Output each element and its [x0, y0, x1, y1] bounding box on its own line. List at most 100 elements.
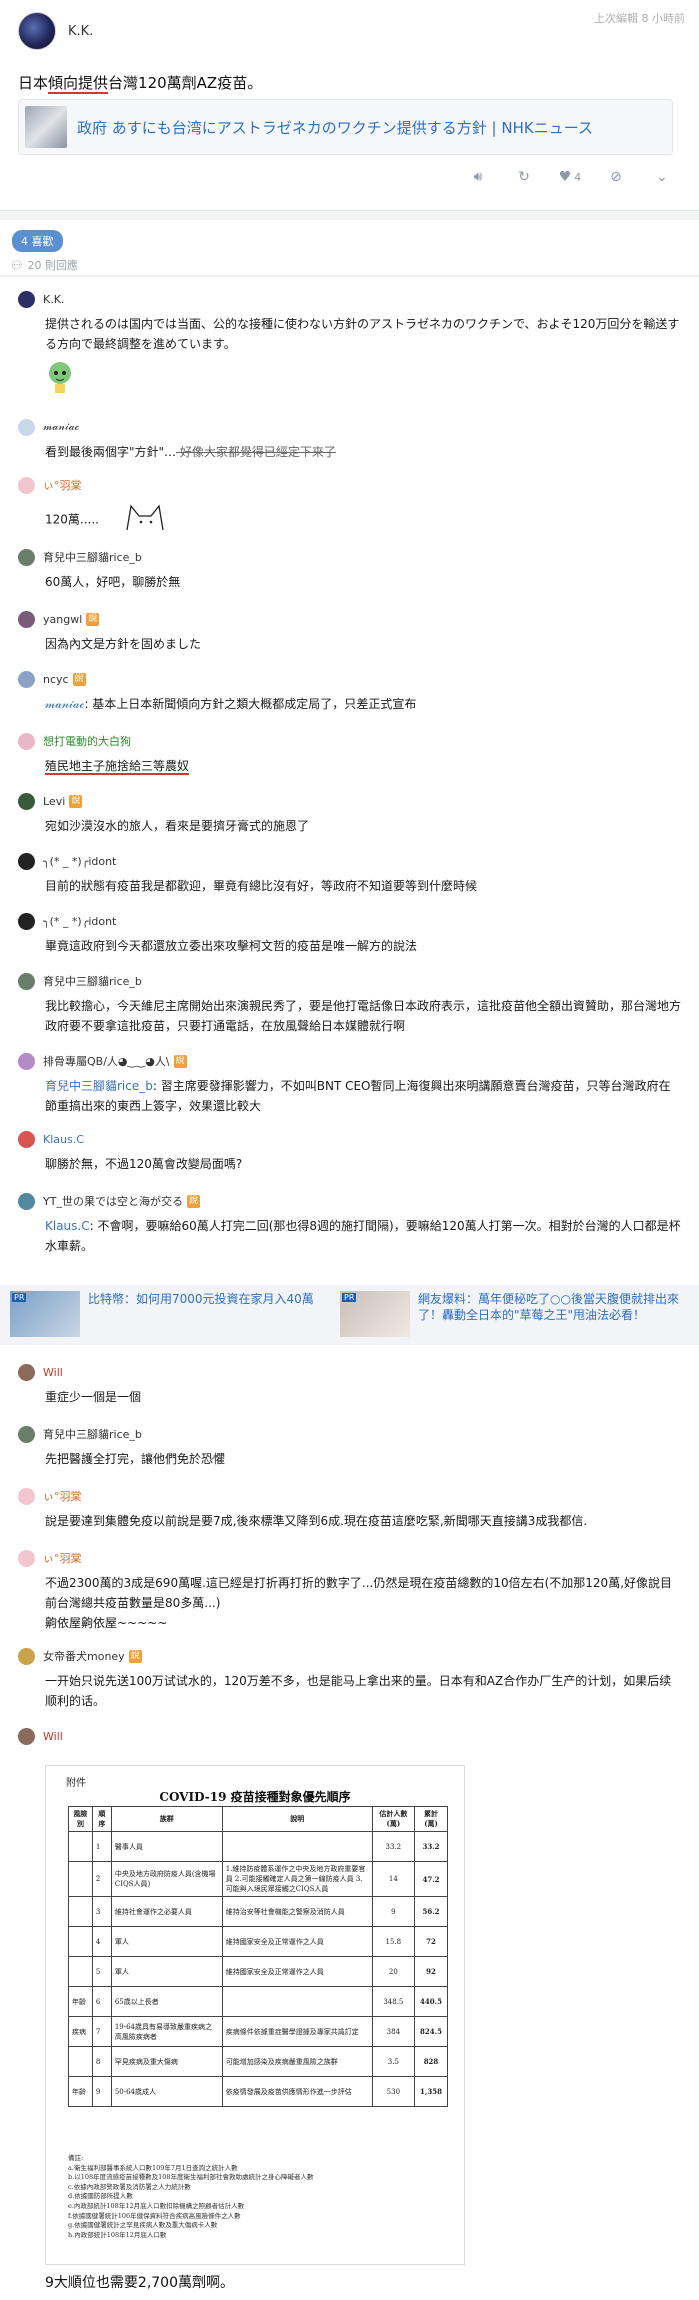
avatar[interactable] [18, 732, 35, 750]
commenter-name[interactable]: 育兒中三腳貓rice_b [43, 1426, 142, 1442]
ad-image[interactable]: PR [10, 1291, 80, 1337]
link-preview-card[interactable]: 政府 あすにも台湾にアストラゼネカのワクチン提供する方針 | NHKニュース [18, 99, 673, 155]
commenter-name[interactable]: ╮(* _ *)╭idont [43, 855, 116, 868]
table-header: 估計人數(萬) [371, 1806, 416, 1832]
commenter-name[interactable]: 排骨專屬QB/人◕‿‿◕人\ [43, 1053, 170, 1069]
link-thumbnail [25, 106, 67, 148]
commenter-name[interactable]: ╮(* _ *)╭idont [43, 915, 116, 928]
commenter-name[interactable]: ぃ°羽棠 [43, 1488, 82, 1504]
table-cell [68, 1831, 93, 1862]
post-body: 日本傾向提供台灣120萬劑AZ疫苗。 [18, 72, 681, 94]
avatar[interactable] [18, 610, 35, 628]
avatar[interactable] [18, 1363, 35, 1381]
avatar[interactable] [18, 1727, 35, 1745]
table-cell: 可能增加感染及疾病嚴重風險之族群 [221, 2046, 373, 2077]
table-cell: 56.2 [414, 1896, 448, 1927]
ad-text[interactable]: 比特幣：如何用7000元投資在家月入40萬 [88, 1291, 314, 1307]
link-title[interactable]: 政府 あすにも台湾にアストラゼネカのワクチン提供する方針 | NHKニュース [77, 117, 593, 138]
commenter-name[interactable]: ぃ°羽棠 [43, 477, 82, 493]
table-row: 3 維持社會運作之必要人員 維持治安等社會機能之警察及消防人員 9 56.2 [68, 1896, 448, 1927]
table-cell: 9 [371, 1896, 416, 1927]
avatar[interactable] [18, 1647, 35, 1665]
mention-link[interactable]: 育兒中三腳貓rice_b [45, 1079, 153, 1093]
say-tag: 說 [69, 794, 83, 808]
ad-text[interactable]: 網友爆料：萬年便秘吃了○○後當天腹便就排出來了！轟動全日本的"草莓之王"甩油法必… [418, 1291, 689, 1323]
attached-table-image[interactable]: 附件 COVID-19 疫苗接種對象優先順序 風險別 順序 族群 說明 估計人數… [45, 1765, 465, 2265]
table-note: e.內政部統計108年12月底人口數扣除機構之照顧者估計人數 [68, 2201, 245, 2210]
block-button[interactable]: ⊘ [593, 166, 639, 188]
mention-link[interactable]: Klaus.C [45, 1219, 90, 1233]
edited-timestamp: 上次編輯 8 小時前 [594, 12, 685, 25]
commenter-name[interactable]: ncyc [43, 673, 69, 686]
share-button[interactable]: ↻ [501, 166, 547, 188]
table-note: 備註: [68, 2154, 84, 2162]
more-button[interactable]: ⌄ [639, 166, 685, 188]
avatar[interactable] [18, 476, 35, 494]
commenter-name[interactable]: 育兒中三腳貓rice_b [43, 549, 142, 565]
say-tag: 說 [186, 1194, 200, 1208]
comment: Will [0, 1727, 699, 1745]
commenter-name[interactable]: yangwl [43, 613, 82, 626]
speaker-icon: 🔊︎ [473, 169, 483, 185]
commenter-name[interactable]: Levi [43, 795, 65, 808]
comment-text: 看到最後兩個字"方針"… 好像大家都覺得已經定下來了 [45, 445, 336, 459]
table-cell: 65歲以上長者 [110, 1986, 223, 2017]
avatar[interactable] [18, 792, 35, 810]
avatar[interactable] [18, 1130, 35, 1148]
mention-link[interactable]: 𝓂𝒶𝓃𝒾𝒶𝒸 [45, 697, 84, 711]
commenter-name[interactable]: 𝓂𝒶𝓃𝒾𝒶𝒸 [43, 420, 79, 434]
commenter-name[interactable]: 女帝番犬money [43, 1648, 125, 1664]
comment-text: 𝓂𝒶𝓃𝒾𝒶𝒸: 基本上日本新聞傾向方針之類大概都成定局了，只差正式宣布 [45, 697, 417, 711]
table-cell: 1,358 [414, 2076, 448, 2107]
comment: ncyc 說 𝓂𝒶𝓃𝒾𝒶𝒸: 基本上日本新聞傾向方針之類大概都成定局了，只差正式宣… [0, 670, 699, 714]
comment: ぃ°羽棠 說是要達到集體免疫以前說是要7成,後來標準又降到6成.現在疫苗這麼吃緊… [0, 1487, 699, 1531]
table-note: g.依據國健署統計之罕見疾病人數及重大傷病卡人數 [68, 2221, 218, 2230]
avatar[interactable] [18, 1052, 35, 1070]
likes-badge[interactable]: 4 喜歡 [12, 230, 63, 252]
commenter-name[interactable]: Will [43, 1730, 63, 1743]
avatar[interactable] [18, 1192, 35, 1210]
table-header: 族群 [110, 1806, 223, 1832]
speaker-button[interactable]: 🔊︎ [455, 166, 501, 188]
comment-text: 我比較擔心，今天維尼主席開始出來演親民秀了，要是他打電話像日本政府表示，這批疫苗… [45, 999, 682, 1033]
avatar[interactable] [18, 912, 35, 930]
avatar[interactable] [18, 1487, 35, 1505]
commenter-name[interactable]: 育兒中三腳貓rice_b [43, 973, 142, 989]
post-actions: 🔊︎ ↻ ♥ 4 ⊘ ⌄ [455, 166, 685, 188]
comment-text: 不過2300萬的3成是690萬喔.這已經是打折再打折的數字了...仍然是現在疫苗… [45, 1576, 673, 1630]
commenter-name[interactable]: YT_世の果では空と海が交る [43, 1193, 183, 1209]
ad-item[interactable]: PR 比特幣：如何用7000元投資在家月入40萬 [0, 1285, 330, 1345]
avatar[interactable] [18, 548, 35, 566]
avatar[interactable] [18, 852, 35, 870]
commenter-name[interactable]: ぃ°羽棠 [43, 1550, 82, 1566]
commenter-name[interactable]: 想打電動的大白狗 [43, 733, 131, 749]
table-title: COVID-19 疫苗接種對象優先順序 [159, 1790, 351, 1804]
comment: 𝓂𝒶𝓃𝒾𝒶𝒸 看到最後兩個字"方針"… 好像大家都覺得已經定下來了 [0, 418, 699, 462]
ad-image[interactable]: PR [340, 1291, 410, 1337]
author-avatar[interactable] [18, 12, 56, 50]
avatar[interactable] [18, 1549, 35, 1567]
commenter-name[interactable]: K.K. [43, 293, 64, 306]
table-cell: 疾病條件依據重症醫學證據及專家共識訂定 [221, 2016, 373, 2047]
table-cell [68, 1926, 93, 1957]
commenter-name[interactable]: Will [43, 1366, 63, 1379]
avatar[interactable] [18, 670, 35, 688]
table-cell: 年齡 [68, 2076, 93, 2107]
ad-item[interactable]: PR 網友爆料：萬年便秘吃了○○後當天腹便就排出來了！轟動全日本的"草莓之王"甩… [330, 1285, 699, 1345]
sticker-image [45, 360, 75, 394]
avatar[interactable] [18, 1425, 35, 1443]
table-caption: 附件 [66, 1778, 86, 1789]
avatar[interactable] [18, 290, 35, 308]
table-note: d.依據國防部所提人數 [68, 2192, 133, 2201]
avatar[interactable] [18, 418, 35, 436]
author-name[interactable]: K.K. [68, 24, 93, 39]
avatar[interactable] [18, 972, 35, 990]
table-row: 4 軍人 維持國家安全及正常運作之人員 15.8 72 [68, 1926, 448, 1957]
commenter-name[interactable]: Klaus.C [43, 1133, 84, 1146]
cat-doodle [123, 500, 169, 540]
table-row: 5 軍人 維持國家安全及正常運作之人員 20 92 [68, 1956, 448, 1987]
table-cell: 20 [371, 1956, 416, 1987]
post-stats: 4 喜歡 💬︎ 20 則回應 [0, 220, 699, 275]
like-button[interactable]: ♥ 4 [547, 166, 593, 188]
like-count: 4 [574, 170, 582, 184]
